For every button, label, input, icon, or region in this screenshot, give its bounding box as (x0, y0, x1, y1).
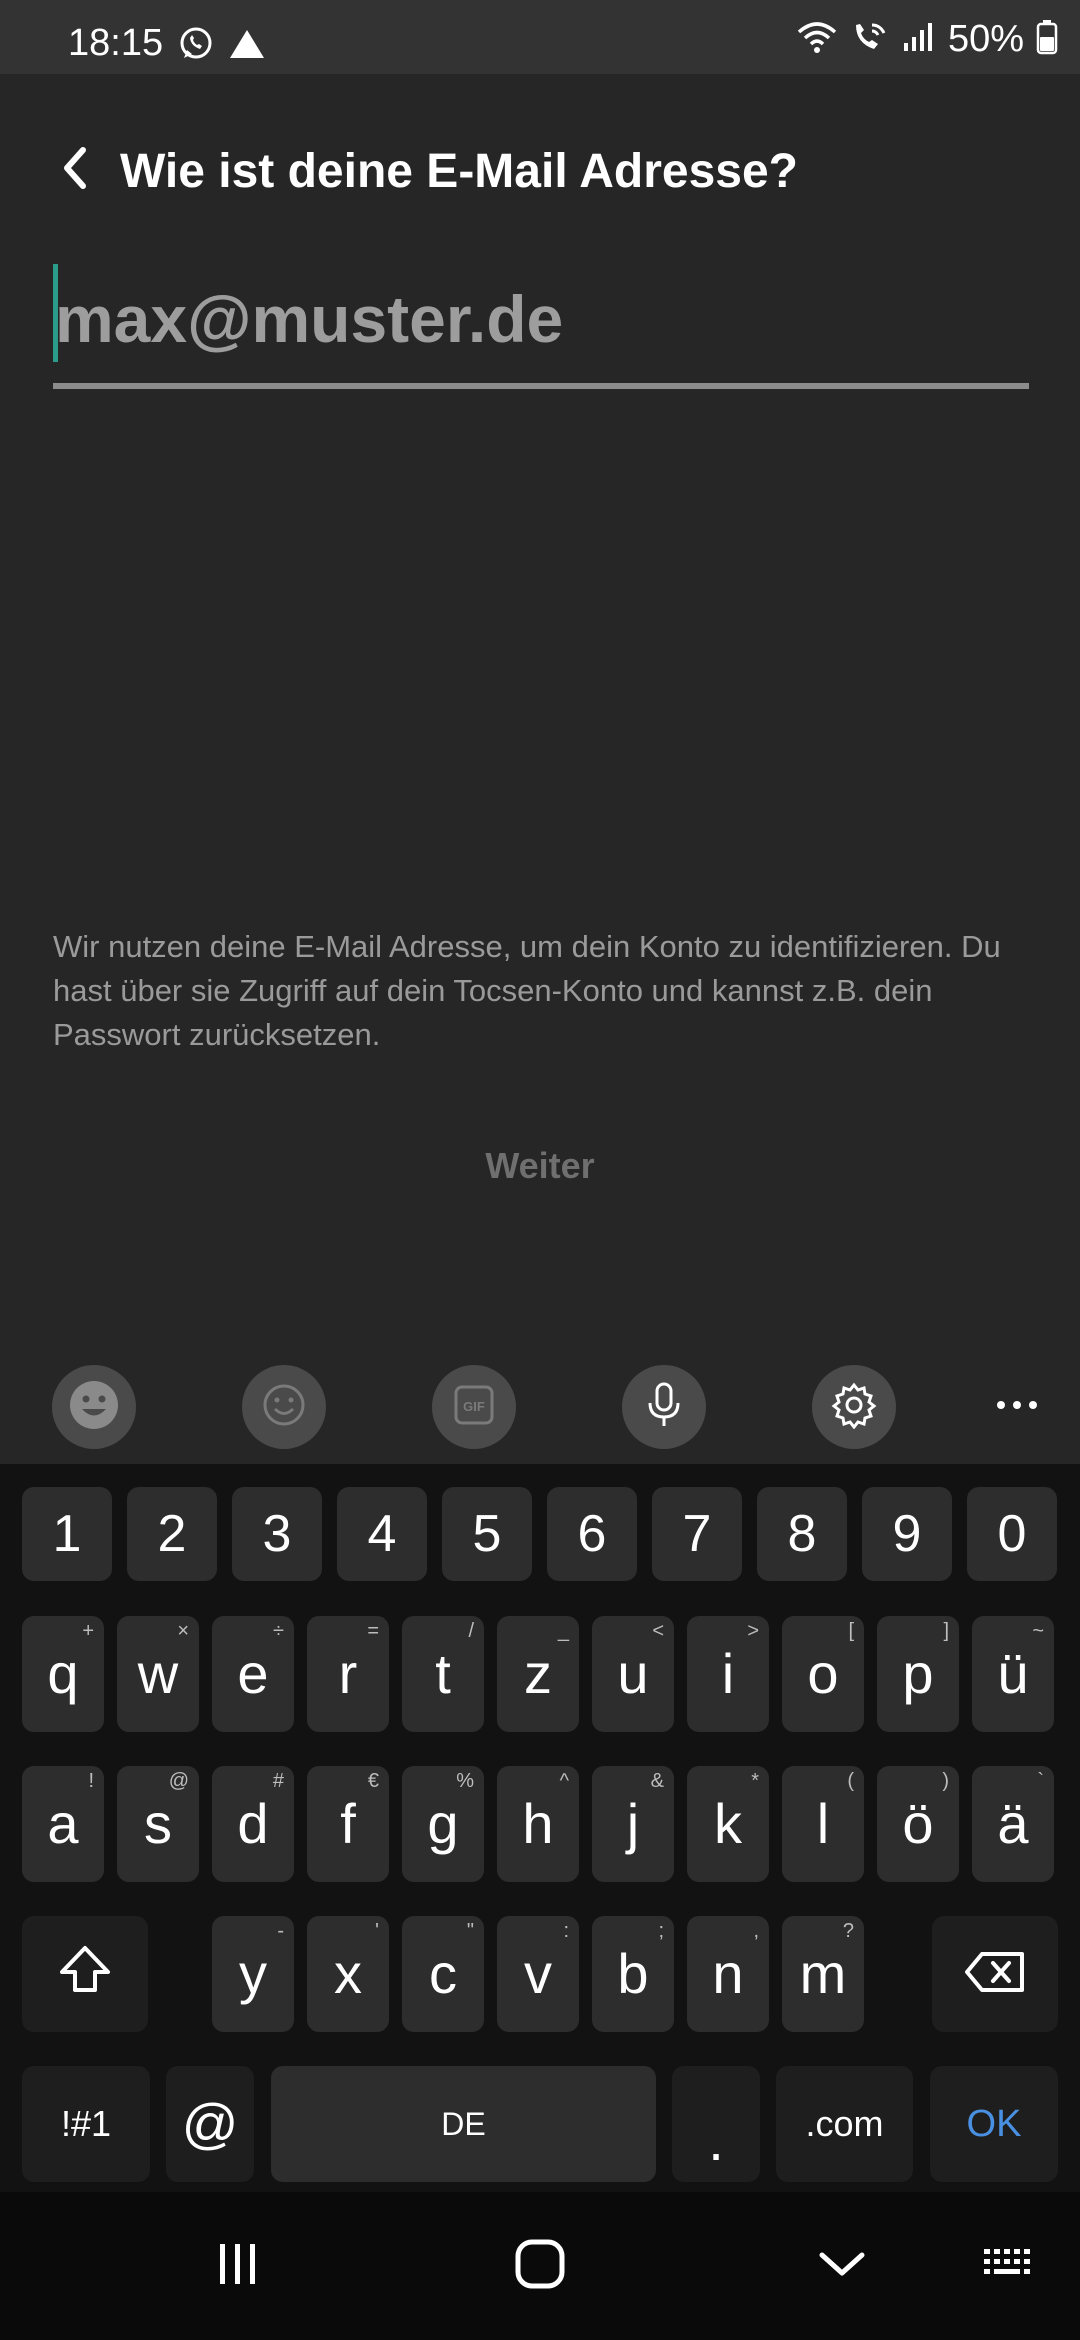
key-8[interactable]: 8 (757, 1487, 847, 1581)
more-dots-icon (995, 1398, 1039, 1416)
key-m[interactable]: ? m (782, 1916, 864, 2032)
info-text: Wir nutzen deine E-Mail Adresse, um dein… (53, 929, 1001, 1052)
key-s[interactable]: @ s (117, 1766, 199, 1882)
chevron-left-icon (59, 146, 89, 195)
backspace-icon (964, 1942, 1026, 2007)
more-options-button[interactable] (975, 1365, 1059, 1449)
emoji-button[interactable] (52, 1365, 136, 1449)
voice-input-button[interactable] (622, 1365, 706, 1449)
navigation-bar (0, 2192, 1080, 2340)
triangle-notification-icon (228, 28, 266, 65)
key-h[interactable]: ^ h (497, 1766, 579, 1882)
app-bar: Wie ist deine E-Mail Adresse? (0, 74, 1080, 264)
key-1[interactable]: 1 (22, 1487, 112, 1581)
key-p[interactable]: ] p (877, 1616, 959, 1732)
whatsapp-icon (178, 26, 214, 67)
next-button[interactable]: Weiter (440, 1145, 640, 1205)
key-w[interactable]: × w (117, 1616, 199, 1732)
key-e[interactable]: ÷ e (212, 1616, 294, 1732)
key-5[interactable]: 5 (442, 1487, 532, 1581)
key-u[interactable]: < u (592, 1616, 674, 1732)
key-3[interactable]: 3 (232, 1487, 322, 1581)
email-field[interactable] (53, 255, 1029, 389)
key-6[interactable]: 6 (547, 1487, 637, 1581)
key-f[interactable]: € f (307, 1766, 389, 1882)
key-u-umlaut[interactable]: ~ ü (972, 1616, 1054, 1732)
key-4[interactable]: 4 (337, 1487, 427, 1581)
key-x[interactable]: ' x (307, 1916, 389, 2032)
key-v[interactable]: :v (497, 1916, 579, 2032)
keyboard-toolbar: GIF (0, 1348, 1080, 1464)
hide-keyboard-button[interactable] (782, 2216, 902, 2316)
signal-icon (902, 21, 936, 58)
emoji-face-icon (67, 1378, 121, 1437)
backspace-key[interactable] (932, 1916, 1058, 2032)
key-o-umlaut[interactable]: ) ö (877, 1766, 959, 1882)
home-button[interactable] (480, 2216, 600, 2316)
key-g[interactable]: % g (402, 1766, 484, 1882)
key-c[interactable]: " c (402, 1916, 484, 2032)
page-title: Wie ist deine E-Mail Adresse? (120, 145, 798, 198)
key-q[interactable]: + q (22, 1616, 104, 1732)
symbols-key[interactable]: !#1 (22, 2066, 150, 2182)
status-time: 18:15 (68, 22, 164, 64)
key-y[interactable]: -y (212, 1916, 294, 2032)
at-key[interactable]: @ (166, 2066, 254, 2182)
recent-apps-button[interactable] (178, 2216, 298, 2316)
key-l[interactable]: (l (782, 1766, 864, 1882)
key-a-umlaut[interactable]: ` ä (972, 1766, 1054, 1882)
keyboard-settings-button[interactable] (812, 1365, 896, 1449)
key-n[interactable]: ,n (687, 1916, 769, 2032)
period-key[interactable]: . (672, 2066, 760, 2182)
gear-icon (830, 1381, 878, 1434)
wifi-icon (796, 20, 838, 59)
shift-key[interactable] (22, 1916, 148, 2032)
field-underline (53, 383, 1029, 389)
recent-apps-icon (216, 2242, 260, 2291)
key-r[interactable]: = r (307, 1616, 389, 1732)
key-a[interactable]: ! a (22, 1766, 104, 1882)
status-bar: 18:15 50% (0, 0, 1080, 74)
ok-key[interactable]: OK (930, 2066, 1058, 2182)
gif-button[interactable]: GIF (432, 1365, 516, 1449)
key-t[interactable]: / t (402, 1616, 484, 1732)
keyboard: 1 2 3 4 5 6 7 8 9 0 + q × w ÷ e = r / t _ z < u… (0, 1464, 1080, 2192)
svg-text:GIF: GIF (463, 1399, 485, 1414)
wifi-calling-icon (850, 19, 890, 60)
gif-icon: GIF (453, 1384, 495, 1431)
key-2[interactable]: 2 (127, 1487, 217, 1581)
microphone-icon (644, 1381, 684, 1434)
key-j[interactable]: & j (592, 1766, 674, 1882)
home-icon (514, 2238, 566, 2295)
key-0[interactable]: 0 (967, 1487, 1057, 1581)
key-d[interactable]: # d (212, 1766, 294, 1882)
key-b[interactable]: ; b (592, 1916, 674, 2032)
space-key[interactable]: DE (271, 2066, 656, 2182)
key-i[interactable]: > i (687, 1616, 769, 1732)
keyboard-icon (982, 2247, 1038, 2286)
sticker-button[interactable] (242, 1365, 326, 1449)
key-k[interactable]: * k (687, 1766, 769, 1882)
text-caret (53, 264, 58, 362)
shift-arrow-icon (58, 1942, 112, 2007)
battery-icon (1036, 19, 1058, 60)
key-z[interactable]: _ z (497, 1616, 579, 1732)
keyboard-switch-button[interactable] (950, 2216, 1070, 2316)
key-7[interactable]: 7 (652, 1487, 742, 1581)
smiley-outline-icon (261, 1382, 307, 1433)
key-9[interactable]: 9 (862, 1487, 952, 1581)
email-input[interactable] (53, 255, 1029, 383)
chevron-down-icon (818, 2249, 866, 2284)
back-button[interactable] (48, 140, 100, 200)
battery-percent: 50% (947, 18, 1024, 60)
key-o[interactable]: [o (782, 1616, 864, 1732)
dotcom-key[interactable]: .com (776, 2066, 913, 2182)
